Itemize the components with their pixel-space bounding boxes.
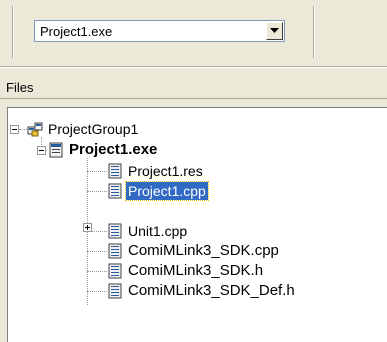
tree-item-file[interactable]: ComiMLink3_SDK.h	[126, 262, 265, 280]
toolbar: Project1.exe	[0, 0, 387, 66]
project-combobox[interactable]: Project1.exe	[34, 20, 285, 42]
source-file-icon	[108, 183, 122, 199]
tree-item-project-group[interactable]: ProjectGroup1	[46, 120, 140, 138]
collapse-toggle[interactable]	[37, 146, 46, 155]
tree-item-file[interactable]: ComiMLink3_SDK.cpp	[126, 242, 281, 260]
expand-toggle[interactable]	[83, 223, 92, 232]
source-file-icon	[108, 243, 122, 259]
source-file-icon	[108, 223, 122, 239]
panel-title: Files	[6, 80, 34, 95]
source-file-icon	[108, 163, 122, 179]
tree-item-file[interactable]: ComiMLink3_SDK_Def.h	[126, 282, 297, 300]
tree-item-file[interactable]: Unit1.cpp	[126, 222, 189, 240]
collapse-toggle[interactable]	[10, 125, 19, 134]
source-file-icon	[108, 283, 122, 299]
project-tree[interactable]: ProjectGroup1 Project1.exe Project1.res …	[7, 107, 387, 342]
chevron-down-icon	[270, 28, 279, 33]
project-combobox-value: Project1.exe	[40, 24, 113, 39]
files-panel-header: Files	[0, 78, 387, 98]
tree-item-file[interactable]: Project1.res	[126, 162, 205, 180]
tree-item-project[interactable]: Project1.exe	[67, 141, 159, 159]
project-group-icon	[27, 122, 43, 137]
source-file-icon	[108, 263, 122, 279]
project-icon	[49, 142, 63, 158]
tree-item-file-selected[interactable]: Project1.cpp	[125, 181, 209, 201]
combobox-dropdown-button[interactable]	[266, 22, 283, 40]
